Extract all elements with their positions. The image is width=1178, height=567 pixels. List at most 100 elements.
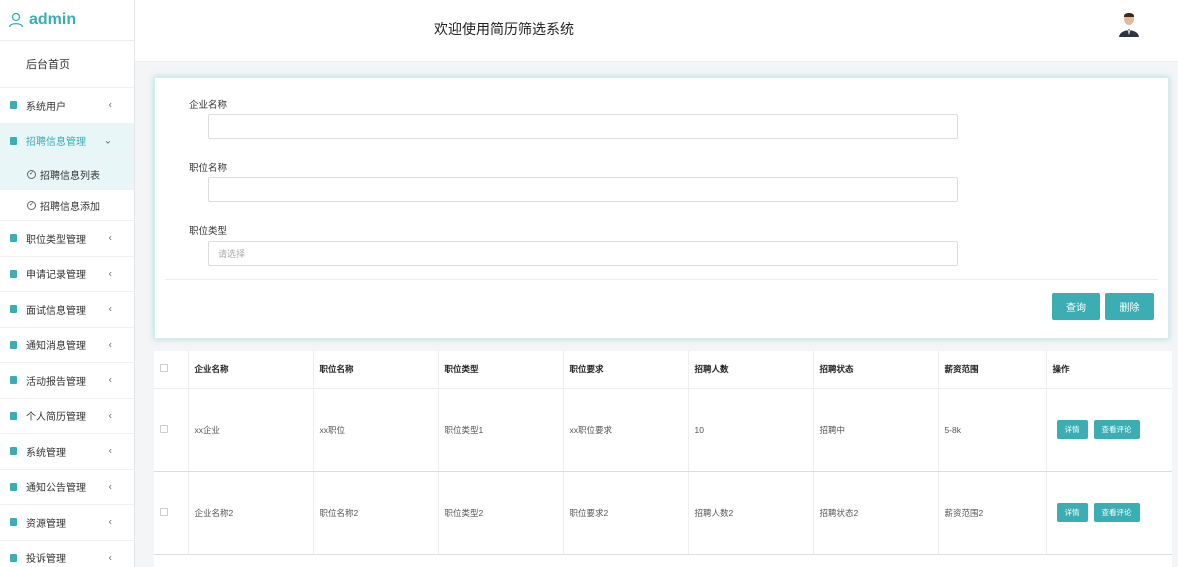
table-cell: 职位名称2 [313, 471, 439, 555]
menu-bullet-icon [10, 447, 17, 456]
brand-name: admin [29, 11, 77, 28]
sidebar-item-label: 资源管理 [26, 518, 66, 530]
menu-bullet-icon [10, 136, 17, 145]
top-header: 欢迎使用简历筛选系统 [135, 0, 1178, 62]
select-placeholder: 请选择 [218, 249, 246, 259]
chevron-down-icon: ⌄ [103, 135, 112, 147]
table-cell: xx职位 [313, 388, 439, 472]
table-cell: 薪资范围2 [938, 471, 1047, 555]
company-name-input[interactable] [208, 114, 958, 139]
row-select-cell[interactable] [154, 388, 189, 472]
sidebar-item-label: 系统用户 [26, 101, 66, 113]
table-row: 企业名称2 职位名称2 职位类型2 职位要求2 招聘人数2 招聘状态2 薪资范围… [154, 471, 1172, 555]
table-cell: 职位类型2 [438, 471, 564, 555]
select-all-checkbox[interactable] [160, 364, 168, 373]
sidebar-item-label: 申请记录管理 [26, 270, 86, 282]
brand: admin [0, 0, 134, 41]
sidebar-item-label: 系统管理 [26, 447, 66, 459]
menu-bullet-icon [10, 305, 17, 314]
column-header: 薪资范围 [938, 351, 1047, 389]
table-cell: 5-8k [938, 388, 1047, 472]
check-circle-icon: ✓ [27, 200, 36, 210]
recruitment-table: 企业名称 职位名称 职位类型 职位要求 招聘人数 招聘状态 薪资范围 操作 xx… [154, 351, 1172, 567]
row-checkbox[interactable] [160, 507, 168, 516]
delete-button[interactable]: 删除 [1105, 293, 1154, 320]
sidebar-item-label: 投诉管理 [26, 554, 66, 566]
row-select-cell[interactable] [154, 471, 189, 555]
submenu-item-label: 招聘信息列表 [40, 170, 100, 182]
chevron-left-icon: ‹ [108, 410, 112, 422]
table-row: xx企业 xx职位 职位类型1 xx职位要求 10 招聘中 5-8k 详情 查看评… [154, 388, 1172, 472]
column-header: 企业名称 [188, 351, 314, 389]
menu-bullet-icon [10, 269, 17, 278]
menu-bullet-icon [10, 376, 17, 385]
menu-bullet-icon [10, 482, 17, 491]
sidebar-item-activity-reports[interactable]: 活动报告管理 ‹ [0, 363, 134, 399]
query-button[interactable]: 查询 [1052, 293, 1100, 320]
sidebar-item-recruitment[interactable]: 招聘信息管理 ⌄ [0, 123, 134, 159]
user-icon [8, 12, 24, 28]
table-header-row: 企业名称 职位名称 职位类型 职位要求 招聘人数 招聘状态 薪资范围 操作 [154, 351, 1172, 389]
menu-bullet-icon [10, 411, 17, 420]
table-cell: 招聘状态2 [813, 471, 939, 555]
select-all-cell[interactable] [154, 351, 189, 389]
table-cell: 职位要求2 [563, 471, 689, 555]
data-table: 企业名称 职位名称 职位类型 职位要求 招聘人数 招聘状态 薪资范围 操作 xx… [154, 351, 1172, 555]
detail-button[interactable]: 详情 [1056, 420, 1088, 439]
position-type-label: 职位类型 [189, 226, 228, 237]
avatar[interactable] [1117, 11, 1141, 37]
table-cell: xx企业 [188, 388, 314, 472]
sidebar-item-resources[interactable]: 资源管理 ‹ [0, 505, 134, 541]
menu-bullet-icon [10, 553, 17, 562]
sidebar-item-label: 活动报告管理 [26, 376, 86, 388]
table-cell: 10 [688, 388, 814, 472]
chevron-left-icon: ‹ [108, 374, 112, 386]
chevron-left-icon: ‹ [108, 516, 112, 528]
sidebar-item-system-users[interactable]: 系统用户 ‹ [0, 88, 134, 124]
sidebar-item-announcements[interactable]: 通知公告管理 ‹ [0, 470, 134, 505]
sidebar-item-resumes[interactable]: 个人简历管理 ‹ [0, 399, 134, 434]
sidebar-item-interviews[interactable]: 面试信息管理 ‹ [0, 292, 134, 328]
detail-button[interactable]: 详情 [1056, 503, 1088, 522]
sidebar-item-home[interactable]: 后台首页 [0, 41, 134, 88]
column-header: 职位类型 [438, 351, 564, 389]
submenu-item-label: 招聘信息添加 [40, 201, 100, 213]
actions-cell: 详情 查看评论 [1046, 471, 1172, 555]
chevron-left-icon: ‹ [108, 552, 112, 564]
chevron-left-icon: ‹ [108, 481, 112, 493]
submenu-item-recruitment-add[interactable]: ✓ 招聘信息添加 [0, 190, 134, 221]
table-cell: 企业名称2 [188, 471, 314, 555]
menu-bullet-icon [10, 101, 17, 110]
chevron-left-icon: ‹ [108, 268, 112, 280]
position-name-input[interactable] [208, 177, 958, 202]
chevron-left-icon: ‹ [108, 232, 112, 244]
view-reviews-button[interactable]: 查看评论 [1093, 503, 1140, 522]
sidebar-item-applications[interactable]: 申请记录管理 ‹ [0, 257, 134, 292]
sidebar-item-system[interactable]: 系统管理 ‹ [0, 434, 134, 470]
sidebar-item-notifications[interactable]: 通知消息管理 ‹ [0, 328, 134, 363]
chevron-left-icon: ‹ [108, 99, 112, 111]
company-name-label: 企业名称 [189, 100, 228, 111]
sidebar: admin 后台首页 系统用户 ‹ 招聘信息管理 ⌄ ✓ 招聘信息列表 ✓ 招聘… [0, 0, 135, 567]
column-header: 招聘状态 [813, 351, 939, 389]
chevron-left-icon: ‹ [108, 339, 112, 351]
position-type-select[interactable]: 请选择 [208, 241, 958, 266]
sidebar-item-position-types[interactable]: 职位类型管理 ‹ [0, 221, 134, 257]
sidebar-item-label: 通知消息管理 [26, 341, 86, 353]
view-reviews-button[interactable]: 查看评论 [1093, 420, 1140, 439]
sidebar-item-label: 个人简历管理 [26, 412, 86, 424]
sidebar-item-label: 通知公告管理 [26, 483, 86, 495]
row-checkbox[interactable] [160, 424, 168, 433]
menu-bullet-icon [10, 518, 17, 527]
chevron-left-icon: ‹ [108, 445, 112, 457]
column-header: 招聘人数 [688, 351, 814, 389]
check-circle-icon: ✓ [27, 169, 36, 179]
column-header: 职位名称 [313, 351, 439, 389]
sidebar-item-complaints[interactable]: 投诉管理 ‹ [0, 541, 134, 567]
submenu-item-recruitment-list[interactable]: ✓ 招聘信息列表 [0, 159, 134, 190]
chevron-left-icon: ‹ [108, 303, 112, 315]
column-header: 操作 [1046, 351, 1172, 389]
sidebar-item-label: 面试信息管理 [26, 305, 86, 317]
table-cell: 招聘中 [813, 388, 939, 472]
sidebar-item-label: 招聘信息管理 [26, 137, 86, 149]
